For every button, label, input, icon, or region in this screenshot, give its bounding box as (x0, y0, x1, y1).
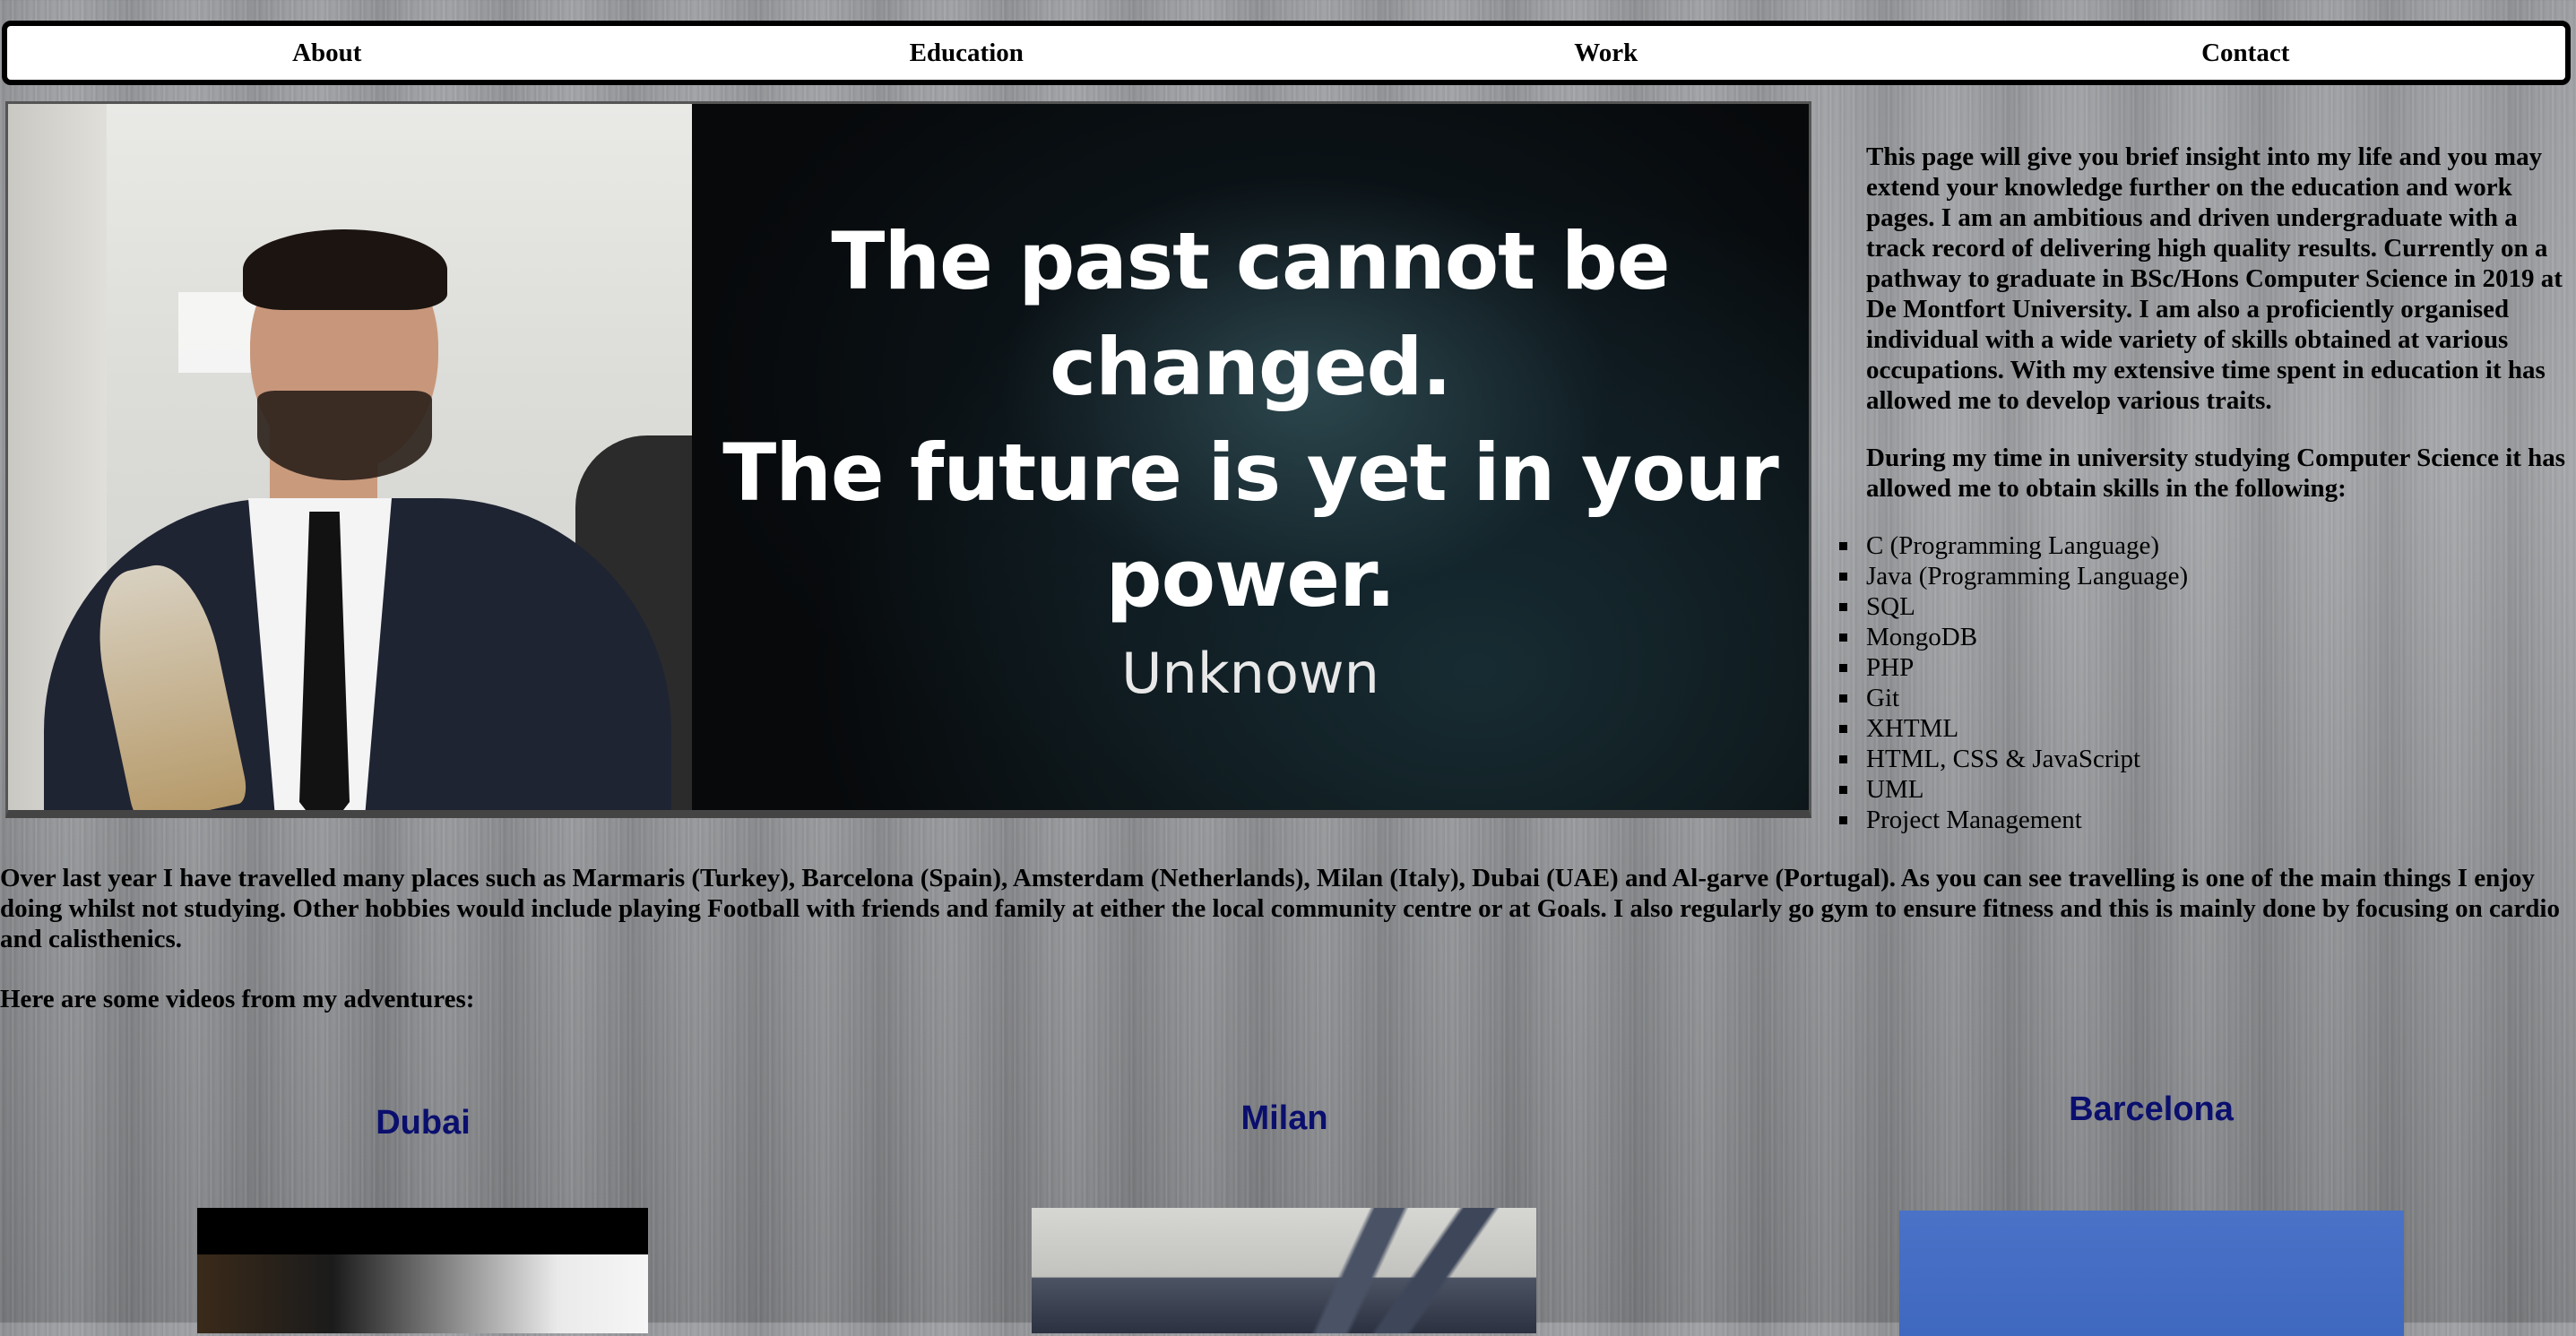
skills-list: C (Programming Language) Java (Programmi… (1838, 530, 2189, 835)
video-player-barcelona[interactable] (1899, 1211, 2404, 1336)
skill-item: Project Management (1838, 805, 2188, 835)
quote-image: The past cannot be changed. The future i… (692, 104, 1809, 810)
hero-banner: The past cannot be changed. The future i… (5, 101, 1811, 818)
bio-paragraph-2: During my time in university studying Co… (1866, 444, 2566, 503)
video-player-dubai[interactable] (197, 1208, 648, 1333)
top-nav: About Education Work Contact (2, 21, 2571, 85)
quote-line-3: power. (1105, 531, 1396, 625)
nav-work[interactable]: Work (1286, 39, 1926, 68)
profile-photo (8, 104, 692, 810)
skill-item: UML (1838, 774, 2188, 805)
video-title-barcelona: Barcelona (2069, 1090, 2234, 1128)
nav-about[interactable]: About (7, 39, 647, 68)
videos-intro: Here are some videos from my adventures: (0, 985, 475, 1013)
skill-item: SQL (1838, 591, 2188, 622)
skill-item: MongoDB (1838, 622, 2188, 652)
travel-paragraph: Over last year I have travelled many pla… (0, 864, 2560, 953)
skill-item: Java (Programming Language) (1838, 562, 2189, 590)
quote-line-2: The future is yet in your (722, 426, 1779, 519)
video-title-milan: Milan (1240, 1099, 1328, 1137)
skill-item: C (Programming Language) (1838, 530, 2188, 561)
quote-line-1: The past cannot be changed. (831, 214, 1670, 413)
quote-author: Unknown (1121, 640, 1379, 706)
bio-paragraph-1: This page will give you brief insight in… (1866, 142, 2563, 415)
photo-beard (257, 391, 432, 480)
video-frame-content (197, 1254, 648, 1333)
skill-item: PHP (1838, 652, 2188, 683)
photo-hair (243, 229, 447, 310)
video-title-dubai: Dubai (376, 1104, 471, 1142)
nav-education[interactable]: Education (647, 39, 1287, 68)
bio-section: This page will give you brief insight in… (1866, 142, 2574, 530)
skill-item: Git (1838, 683, 2188, 713)
skill-item: HTML, CSS & JavaScript (1838, 744, 2188, 774)
skill-item: XHTML (1838, 713, 2188, 744)
nav-contact[interactable]: Contact (1926, 39, 2566, 68)
video-player-milan[interactable] (1032, 1208, 1536, 1333)
